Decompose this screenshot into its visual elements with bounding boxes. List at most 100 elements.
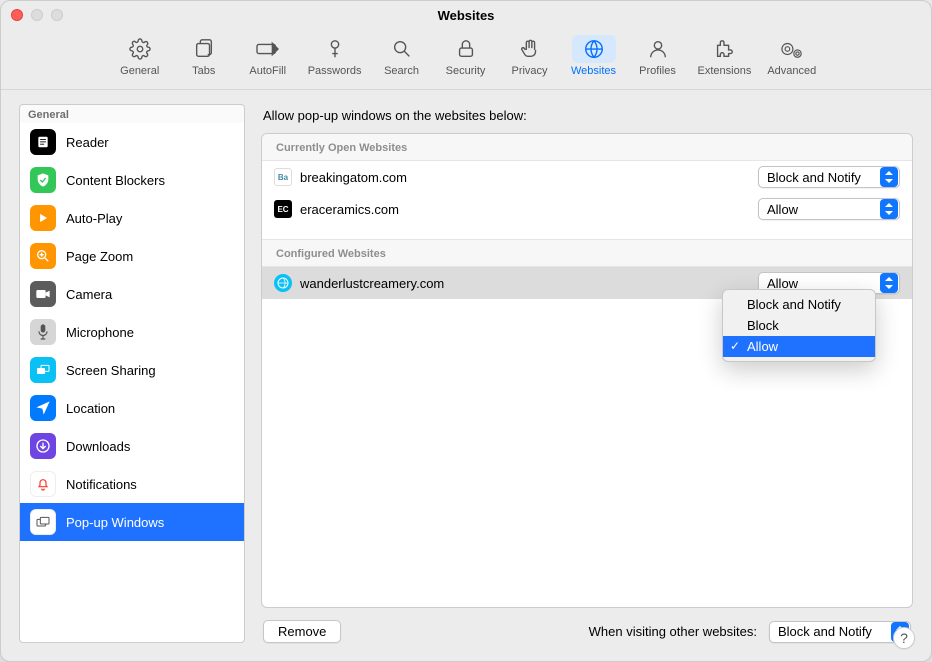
tab-label: AutoFill [249, 65, 286, 77]
tab-label: Websites [571, 65, 616, 77]
settings-sidebar: General Reader Content Blockers Auto-Pla… [19, 104, 245, 643]
setting-value: Block and Notify [778, 624, 872, 639]
tab-autofill[interactable]: AutoFill [238, 33, 298, 79]
screen-icon [30, 357, 56, 383]
setting-value: Block and Notify [767, 170, 861, 185]
titlebar: Websites [1, 1, 931, 29]
sidebar-item-label: Auto-Play [66, 211, 122, 226]
tab-extensions[interactable]: Extensions [692, 33, 758, 79]
content-area: General Reader Content Blockers Auto-Pla… [1, 90, 931, 661]
tab-profiles[interactable]: Profiles [628, 33, 688, 79]
setting-select[interactable]: Block and Notify [758, 166, 900, 188]
search-icon [380, 35, 424, 63]
zoom-icon [30, 243, 56, 269]
setting-dropdown-menu: Block and Notify Block Allow [722, 289, 876, 362]
puzzle-icon [702, 35, 746, 63]
sidebar-item-screen-sharing[interactable]: Screen Sharing [20, 351, 244, 389]
tab-privacy[interactable]: Privacy [500, 33, 560, 79]
website-domain: wanderlustcreamery.com [300, 276, 750, 291]
bell-icon [30, 471, 56, 497]
sidebar-section-header: General [20, 105, 244, 123]
menu-item-block[interactable]: Block [723, 315, 875, 336]
tab-label: Passwords [308, 65, 362, 77]
zoom-window-button[interactable] [51, 9, 63, 21]
sidebar-item-label: Screen Sharing [66, 363, 156, 378]
sidebar-item-auto-play[interactable]: Auto-Play [20, 199, 244, 237]
sidebar-item-notifications[interactable]: Notifications [20, 465, 244, 503]
help-button[interactable]: ? [893, 627, 915, 649]
sidebar-item-popup-windows[interactable]: Pop-up Windows [20, 503, 244, 541]
sidebar-item-label: Camera [66, 287, 112, 302]
pencil-icon [246, 35, 290, 63]
preferences-window: Websites General Tabs AutoFill [0, 0, 932, 662]
tab-label: Security [446, 65, 486, 77]
tab-label: Tabs [192, 65, 215, 77]
websites-table: Currently Open Websites Ba breakingatom.… [261, 133, 913, 608]
sidebar-item-label: Pop-up Windows [66, 515, 164, 530]
sidebar-item-label: Reader [66, 135, 109, 150]
tab-search[interactable]: Search [372, 33, 432, 79]
sidebar-item-label: Content Blockers [66, 173, 165, 188]
website-row[interactable]: EC eraceramics.com Allow [262, 193, 912, 225]
sidebar-item-label: Notifications [66, 477, 137, 492]
gear-icon [118, 35, 162, 63]
sidebar-item-page-zoom[interactable]: Page Zoom [20, 237, 244, 275]
updown-arrows-icon [880, 273, 898, 293]
default-label: When visiting other websites: [589, 624, 757, 639]
sidebar-item-downloads[interactable]: Downloads [20, 427, 244, 465]
section-header-configured: Configured Websites [262, 239, 912, 267]
website-domain: breakingatom.com [300, 170, 750, 185]
main-panel: Allow pop-up windows on the websites bel… [261, 104, 913, 643]
minimize-window-button[interactable] [31, 9, 43, 21]
tab-advanced[interactable]: Advanced [761, 33, 822, 79]
tab-general[interactable]: General [110, 33, 170, 79]
lock-icon [444, 35, 488, 63]
tab-tabs[interactable]: Tabs [174, 33, 234, 79]
sidebar-item-reader[interactable]: Reader [20, 123, 244, 161]
tab-label: General [120, 65, 159, 77]
sidebar-item-microphone[interactable]: Microphone [20, 313, 244, 351]
website-domain: eraceramics.com [300, 202, 750, 217]
window-title: Websites [1, 8, 931, 23]
download-icon [30, 433, 56, 459]
globe-icon [572, 35, 616, 63]
website-row[interactable]: Ba breakingatom.com Block and Notify [262, 161, 912, 193]
tab-websites[interactable]: Websites [564, 33, 624, 79]
play-icon [30, 205, 56, 231]
sidebar-item-label: Downloads [66, 439, 130, 454]
favicon-icon [274, 274, 292, 292]
remove-button[interactable]: Remove [263, 620, 341, 643]
sidebar-item-label: Page Zoom [66, 249, 133, 264]
person-icon [636, 35, 680, 63]
shield-check-icon [30, 167, 56, 193]
tab-security[interactable]: Security [436, 33, 496, 79]
setting-select[interactable]: Allow [758, 198, 900, 220]
tab-label: Advanced [767, 65, 816, 77]
hand-icon [508, 35, 552, 63]
sidebar-item-content-blockers[interactable]: Content Blockers [20, 161, 244, 199]
reader-icon [30, 129, 56, 155]
gears-icon [770, 35, 814, 63]
window-controls [11, 9, 63, 21]
sidebar-item-label: Microphone [66, 325, 134, 340]
tabs-icon [182, 35, 226, 63]
windows-icon [30, 509, 56, 535]
favicon-icon: Ba [274, 168, 292, 186]
updown-arrows-icon [880, 167, 898, 187]
menu-item-allow[interactable]: Allow [723, 336, 875, 357]
close-window-button[interactable] [11, 9, 23, 21]
microphone-icon [30, 319, 56, 345]
tab-label: Privacy [511, 65, 547, 77]
updown-arrows-icon [880, 199, 898, 219]
default-setting-select[interactable]: Block and Notify [769, 621, 911, 643]
menu-item-block-and-notify[interactable]: Block and Notify [723, 294, 875, 315]
preferences-toolbar: General Tabs AutoFill Passwords [1, 29, 931, 90]
instruction-text: Allow pop-up windows on the websites bel… [261, 104, 913, 123]
location-icon [30, 395, 56, 421]
camera-icon [30, 281, 56, 307]
tab-passwords[interactable]: Passwords [302, 33, 368, 79]
sidebar-item-location[interactable]: Location [20, 389, 244, 427]
tab-label: Extensions [698, 65, 752, 77]
sidebar-item-camera[interactable]: Camera [20, 275, 244, 313]
footer-controls: Remove When visiting other websites: Blo… [261, 618, 913, 643]
